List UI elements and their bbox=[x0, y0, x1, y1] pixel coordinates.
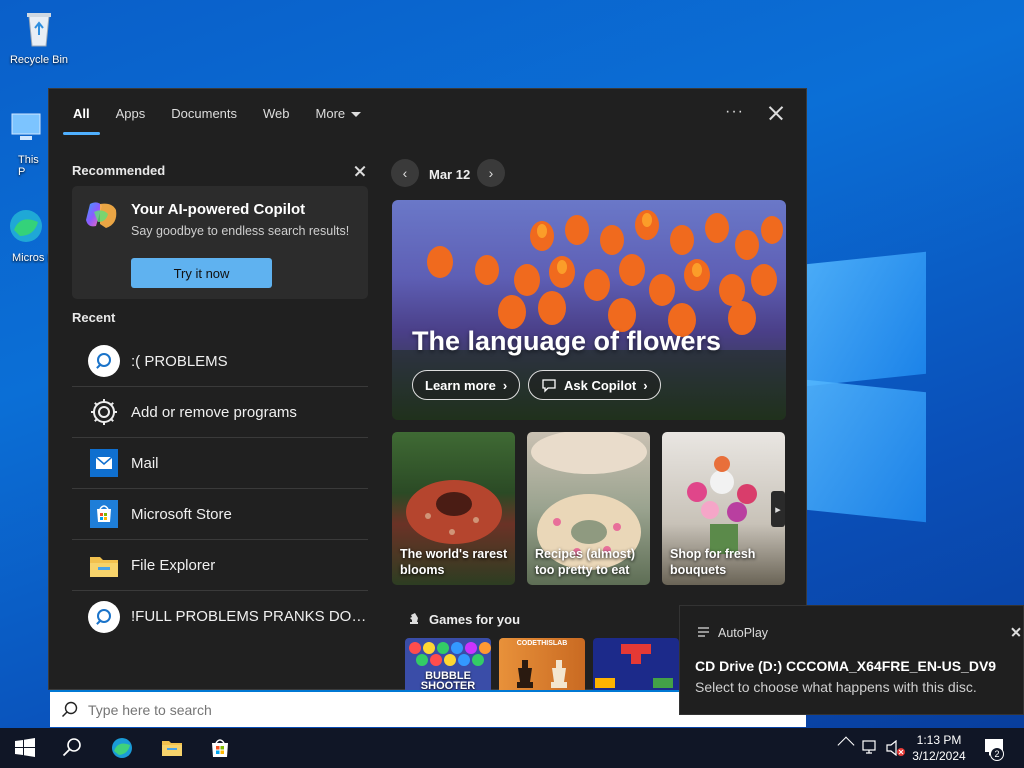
windows-logo-wallpaper bbox=[806, 251, 926, 523]
previous-day-button[interactable]: ‹ bbox=[391, 159, 419, 187]
ask-copilot-button[interactable]: Ask Copilot › bbox=[528, 370, 661, 400]
dismiss-recommended-icon[interactable] bbox=[353, 164, 366, 177]
tile-pretty-recipes[interactable]: Recipes (almost) too pretty to eat bbox=[527, 432, 650, 585]
recent-item-mail[interactable]: Mail bbox=[72, 438, 368, 489]
start-windows-icon[interactable] bbox=[13, 736, 37, 760]
games-title: Games for you bbox=[429, 612, 521, 627]
search-input[interactable] bbox=[88, 698, 688, 722]
chevron-right-icon: › bbox=[643, 377, 648, 393]
taskbar: 1:13 PM 3/12/2024 2 bbox=[0, 728, 1024, 768]
recycle-bin-icon bbox=[27, 13, 51, 47]
autoplay-icon bbox=[698, 627, 709, 637]
tab-documents[interactable]: Documents bbox=[171, 106, 237, 135]
edge-icon[interactable] bbox=[110, 736, 134, 760]
tab-web[interactable]: Web bbox=[263, 106, 290, 135]
recent-item-problems[interactable]: :( PROBLEMS bbox=[72, 336, 368, 387]
tile-caption: The world's rarest blooms bbox=[400, 547, 508, 577]
recent-item-label: Microsoft Store bbox=[131, 505, 232, 523]
desktop-icon-recycle-bin[interactable]: Recycle Bin bbox=[4, 8, 74, 66]
hero-title: The language of flowers bbox=[412, 326, 722, 356]
desktop-icon-edge[interactable]: Micros Edge bbox=[4, 206, 48, 264]
chevron-down-icon bbox=[351, 112, 362, 118]
notification-count-badge: 2 bbox=[990, 747, 1004, 761]
recent-title: Recent bbox=[72, 310, 116, 325]
block-puzzle-image bbox=[595, 644, 673, 688]
chess-pieces-image bbox=[517, 660, 567, 688]
desktop-icon-this-pc[interactable]: This P bbox=[4, 108, 48, 178]
desktop-icon-label: This P bbox=[18, 154, 39, 178]
copilot-card[interactable]: Your AI-powered Copilot Say goodbye to e… bbox=[72, 186, 368, 299]
ellipsis-icon[interactable]: ··· bbox=[725, 103, 744, 121]
recent-item-full-problems[interactable]: !FULL PROBLEMS PRANKS DOCU... bbox=[72, 591, 368, 642]
store-icon bbox=[90, 500, 118, 528]
tile-fresh-bouquets[interactable]: Shop for fresh bouquets bbox=[662, 432, 785, 585]
tray-chevron-up-icon[interactable] bbox=[837, 736, 855, 754]
search-icon bbox=[88, 345, 120, 377]
game-label: BUBBLE SHOOTER bbox=[420, 670, 476, 691]
recent-list: :( PROBLEMS Add or remove programs Mail … bbox=[72, 336, 368, 642]
clock-time[interactable]: 1:13 PM bbox=[908, 733, 970, 747]
recent-item-label: !FULL PROBLEMS PRANKS DOCU... bbox=[131, 608, 367, 625]
ask-copilot-label: Ask Copilot bbox=[564, 377, 637, 393]
search-icon bbox=[61, 701, 78, 718]
tab-all[interactable]: All bbox=[63, 106, 100, 135]
game-bubble-shooter[interactable]: BUBBLE SHOOTER bbox=[405, 638, 491, 690]
search-icon bbox=[88, 600, 120, 633]
tab-more-label: More bbox=[315, 106, 346, 121]
copilot-card-subtitle: Say goodbye to endless search results! bbox=[131, 224, 350, 238]
folder-icon[interactable] bbox=[160, 736, 184, 760]
game-blocks[interactable] bbox=[593, 638, 679, 690]
hero-card[interactable]: The language of flowers Learn more › Ask… bbox=[392, 200, 786, 420]
tile-rarest-blooms[interactable]: The world's rarest blooms bbox=[392, 432, 515, 585]
volume-muted-icon[interactable] bbox=[886, 740, 906, 756]
recent-item-add-remove-programs[interactable]: Add or remove programs bbox=[72, 387, 368, 438]
next-day-button[interactable]: › bbox=[477, 159, 505, 187]
game-chess[interactable]: CODETHISLAB bbox=[499, 638, 585, 690]
notification-body: Select to choose what happens with this … bbox=[695, 679, 977, 695]
tab-apps[interactable]: Apps bbox=[116, 106, 146, 135]
tile-caption: Recipes (almost) too pretty to eat bbox=[535, 547, 636, 577]
recent-item-microsoft-store[interactable]: Microsoft Store bbox=[72, 489, 368, 540]
store-icon[interactable] bbox=[208, 736, 232, 760]
clock-date[interactable]: 3/12/2024 bbox=[908, 749, 970, 763]
desktop-icon-label: Recycle Bin bbox=[9, 54, 69, 66]
recent-item-file-explorer[interactable]: File Explorer bbox=[72, 540, 368, 591]
notification-app-name: AutoPlay bbox=[718, 626, 769, 640]
close-icon[interactable] bbox=[767, 104, 785, 122]
folder-icon bbox=[90, 557, 118, 577]
highlight-date: Mar 12 bbox=[429, 167, 471, 182]
tiles-next-button[interactable]: ▸ bbox=[771, 491, 785, 527]
recent-item-label: Add or remove programs bbox=[131, 403, 297, 421]
recent-item-label: File Explorer bbox=[131, 556, 216, 574]
recent-item-label: :( PROBLEMS bbox=[131, 352, 228, 370]
computer-icon bbox=[11, 113, 41, 140]
search-icon[interactable] bbox=[60, 736, 84, 760]
gear-icon bbox=[91, 399, 117, 425]
mail-icon bbox=[90, 449, 118, 477]
learn-more-label: Learn more bbox=[425, 377, 496, 393]
notification-title: CD Drive (D:) CCCOMA_X64FRE_EN-US_DV9 bbox=[695, 658, 997, 674]
search-tabs: All Apps Documents Web More bbox=[63, 106, 362, 135]
desktop-icon-label: Micros Edge bbox=[12, 252, 48, 264]
network-icon[interactable] bbox=[862, 740, 880, 756]
recommended-title: Recommended bbox=[72, 163, 166, 178]
search-panel: All Apps Documents Web More ··· Recommen… bbox=[48, 88, 807, 690]
chat-bubble-icon bbox=[542, 379, 556, 393]
tile-caption: Shop for fresh bouquets bbox=[670, 547, 756, 577]
chevron-right-icon: › bbox=[502, 377, 508, 393]
copilot-icon bbox=[86, 202, 117, 228]
recent-item-label: Mail bbox=[131, 454, 159, 472]
close-icon[interactable] bbox=[1010, 626, 1021, 637]
copilot-card-title: Your AI-powered Copilot bbox=[131, 201, 306, 218]
edge-icon bbox=[10, 210, 42, 242]
try-it-now-button[interactable]: Try it now bbox=[131, 258, 272, 288]
autoplay-notification[interactable]: AutoPlay CD Drive (D:) CCCOMA_X64FRE_EN-… bbox=[679, 605, 1024, 715]
learn-more-button[interactable]: Learn more › bbox=[412, 370, 521, 400]
chess-knight-icon bbox=[410, 613, 418, 624]
tab-more[interactable]: More bbox=[316, 106, 362, 135]
